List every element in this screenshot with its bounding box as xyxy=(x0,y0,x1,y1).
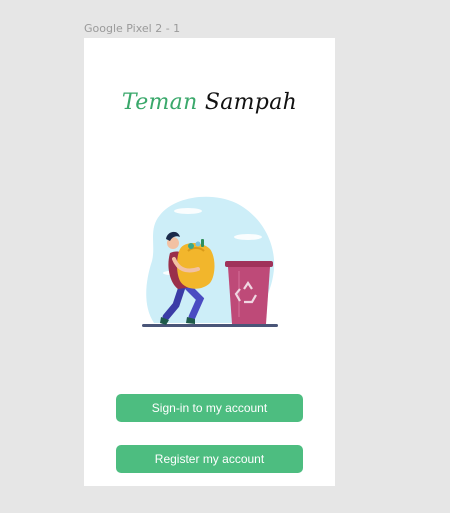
signin-button[interactable]: Sign-in to my account xyxy=(116,394,303,422)
logo-word-sampah: Sampah xyxy=(204,90,298,115)
ground-line xyxy=(142,324,278,327)
garbage-bag xyxy=(177,243,215,289)
recycling-illustration xyxy=(142,196,278,327)
phone-screen: Teman Sampah Sign-in to my account Regis… xyxy=(84,38,335,486)
logo-word-teman: Teman xyxy=(121,90,198,115)
app-logo: Teman Sampah xyxy=(84,90,335,115)
recycle-bin-icon xyxy=(225,261,273,324)
frame-label: Google Pixel 2 - 1 xyxy=(84,22,181,35)
register-button[interactable]: Register my account xyxy=(116,445,303,473)
